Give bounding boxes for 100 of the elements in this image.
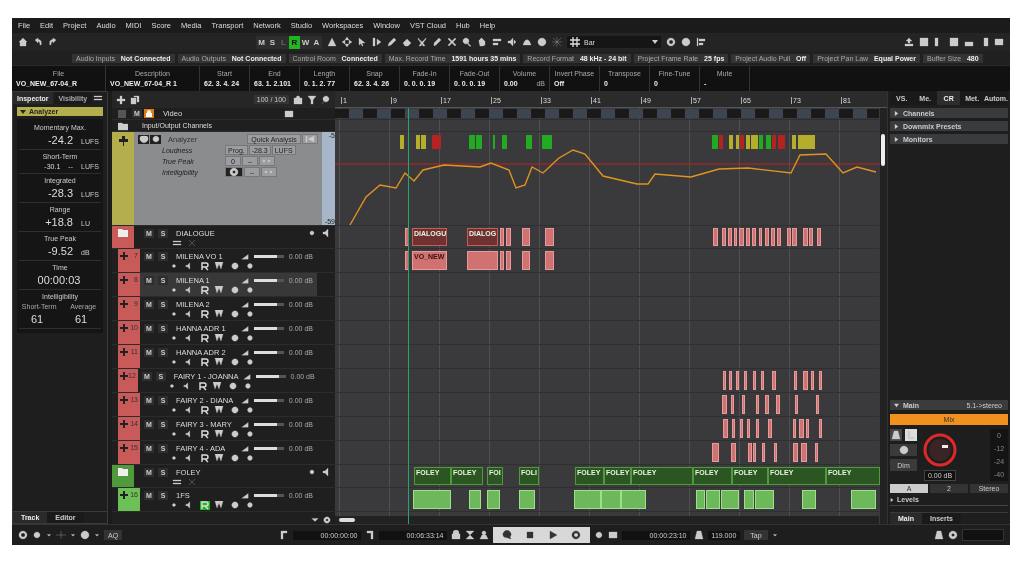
zoom-icon[interactable] xyxy=(462,37,472,47)
scrollbar-thumb[interactable] xyxy=(339,518,355,522)
skip-back-icon[interactable] xyxy=(305,134,315,144)
speaker-icon[interactable] xyxy=(185,429,193,439)
time-display-icon[interactable] xyxy=(607,530,618,540)
write-automation-icon[interactable] xyxy=(214,309,224,319)
range-icon[interactable] xyxy=(372,37,382,47)
intelligibility-marker xyxy=(798,135,815,149)
volume-slider[interactable] xyxy=(253,446,284,450)
pointer-icon[interactable] xyxy=(357,37,367,47)
volume-slider[interactable] xyxy=(253,422,284,426)
volume-slider[interactable] xyxy=(253,350,284,354)
intelligibility-marker xyxy=(432,135,441,149)
speaker-icon[interactable] xyxy=(185,453,193,463)
volume-knob[interactable] xyxy=(923,433,957,467)
metronome-icon[interactable] xyxy=(891,430,901,440)
read-automation-icon[interactable] xyxy=(200,285,210,295)
read-automation-icon[interactable] xyxy=(200,500,210,510)
speaker-icon[interactable] xyxy=(185,285,193,295)
volume-slider[interactable] xyxy=(255,374,286,378)
speaker-icon[interactable] xyxy=(185,333,193,343)
align-icon[interactable] xyxy=(696,37,706,47)
volume-slider[interactable] xyxy=(253,254,284,258)
write-automation-icon[interactable] xyxy=(214,405,224,415)
read-automation-icon[interactable] xyxy=(200,357,210,367)
speaker-icon[interactable] xyxy=(507,37,517,47)
volume-icon xyxy=(240,490,249,500)
speaker-icon[interactable] xyxy=(185,500,193,510)
speaker-icon[interactable] xyxy=(185,405,193,415)
write-automation-icon[interactable] xyxy=(211,381,222,391)
meter-value: 61 xyxy=(74,313,88,325)
volume-slider[interactable] xyxy=(253,302,284,306)
mute-cross-icon[interactable] xyxy=(447,37,457,47)
right-locator-icon[interactable] xyxy=(364,530,375,540)
transport-field[interactable] xyxy=(962,529,1004,541)
record-enable-icon[interactable] xyxy=(150,134,161,144)
speaker-icon[interactable] xyxy=(322,228,332,238)
duplicate-track-icon[interactable] xyxy=(130,94,140,105)
write-automation-icon[interactable] xyxy=(214,333,224,343)
speaker-icon[interactable] xyxy=(185,309,193,319)
home-icon[interactable] xyxy=(18,37,28,47)
volume-slider[interactable] xyxy=(253,278,284,282)
metronome-icon[interactable] xyxy=(693,530,704,540)
read-automation-icon[interactable] xyxy=(197,381,208,391)
read-automation-icon[interactable] xyxy=(200,429,210,439)
write-automation-icon[interactable] xyxy=(214,261,224,271)
scrollbar-thumb[interactable] xyxy=(881,134,885,166)
volume-slider[interactable] xyxy=(253,493,284,497)
volume-icon xyxy=(240,251,249,261)
automation-mode-button[interactable]: R xyxy=(289,35,300,49)
write-automation-icon[interactable] xyxy=(214,285,224,295)
video-icon[interactable] xyxy=(283,108,295,119)
pencil-icon[interactable] xyxy=(387,37,397,47)
track-type-icon xyxy=(120,396,128,404)
lock-icon[interactable] xyxy=(450,530,461,540)
speaker-icon[interactable] xyxy=(185,357,193,367)
record-icon[interactable] xyxy=(569,530,582,540)
folder-icon[interactable] xyxy=(118,468,128,476)
read-automation-icon[interactable] xyxy=(200,261,210,271)
volume-slider[interactable] xyxy=(253,398,284,402)
person-icon[interactable] xyxy=(478,530,489,540)
camera-icon[interactable] xyxy=(293,94,303,105)
volume-icon xyxy=(240,347,249,357)
volume-icon xyxy=(240,395,249,405)
read-automation-icon[interactable] xyxy=(200,333,210,343)
search-icon[interactable] xyxy=(321,94,331,105)
read-automation-icon[interactable] xyxy=(200,309,210,319)
write-automation-icon[interactable] xyxy=(214,429,224,439)
write-automation-icon[interactable] xyxy=(214,453,224,463)
read-automation-icon[interactable] xyxy=(200,405,210,415)
play-icon[interactable] xyxy=(546,530,559,540)
move-icon[interactable] xyxy=(342,37,352,47)
metronome-icon[interactable] xyxy=(934,530,944,540)
collapse-icon[interactable] xyxy=(311,515,319,525)
window-icon[interactable] xyxy=(994,37,1004,47)
redo-icon[interactable] xyxy=(48,37,58,47)
speaker-icon[interactable] xyxy=(322,467,332,477)
snap-icon[interactable] xyxy=(552,37,562,47)
track-type-icon xyxy=(120,276,128,284)
time-value: 00:00:03 xyxy=(37,274,81,286)
comp-icon[interactable] xyxy=(492,37,502,47)
folder-icon[interactable] xyxy=(118,229,128,237)
export-icon[interactable] xyxy=(904,37,914,47)
lanes-icon[interactable] xyxy=(172,238,182,248)
undo-icon[interactable] xyxy=(33,37,43,47)
write-automation-icon[interactable] xyxy=(214,357,224,367)
read-automation-icon[interactable] xyxy=(200,453,210,463)
filter-icon[interactable] xyxy=(307,94,317,105)
menu-icon[interactable] xyxy=(93,93,104,103)
write-automation-icon[interactable] xyxy=(214,500,224,510)
left-locator-icon[interactable] xyxy=(278,530,289,540)
volume-slider[interactable] xyxy=(253,326,284,330)
speaker-icon[interactable] xyxy=(182,381,191,391)
lanes-icon[interactable] xyxy=(172,477,182,487)
add-track-icon[interactable] xyxy=(116,94,126,105)
track-type-icon xyxy=(120,324,128,332)
volume-icon xyxy=(240,419,249,429)
speaker-icon[interactable] xyxy=(185,261,193,271)
scissors-icon[interactable] xyxy=(417,37,427,47)
stop-icon[interactable] xyxy=(523,530,536,540)
